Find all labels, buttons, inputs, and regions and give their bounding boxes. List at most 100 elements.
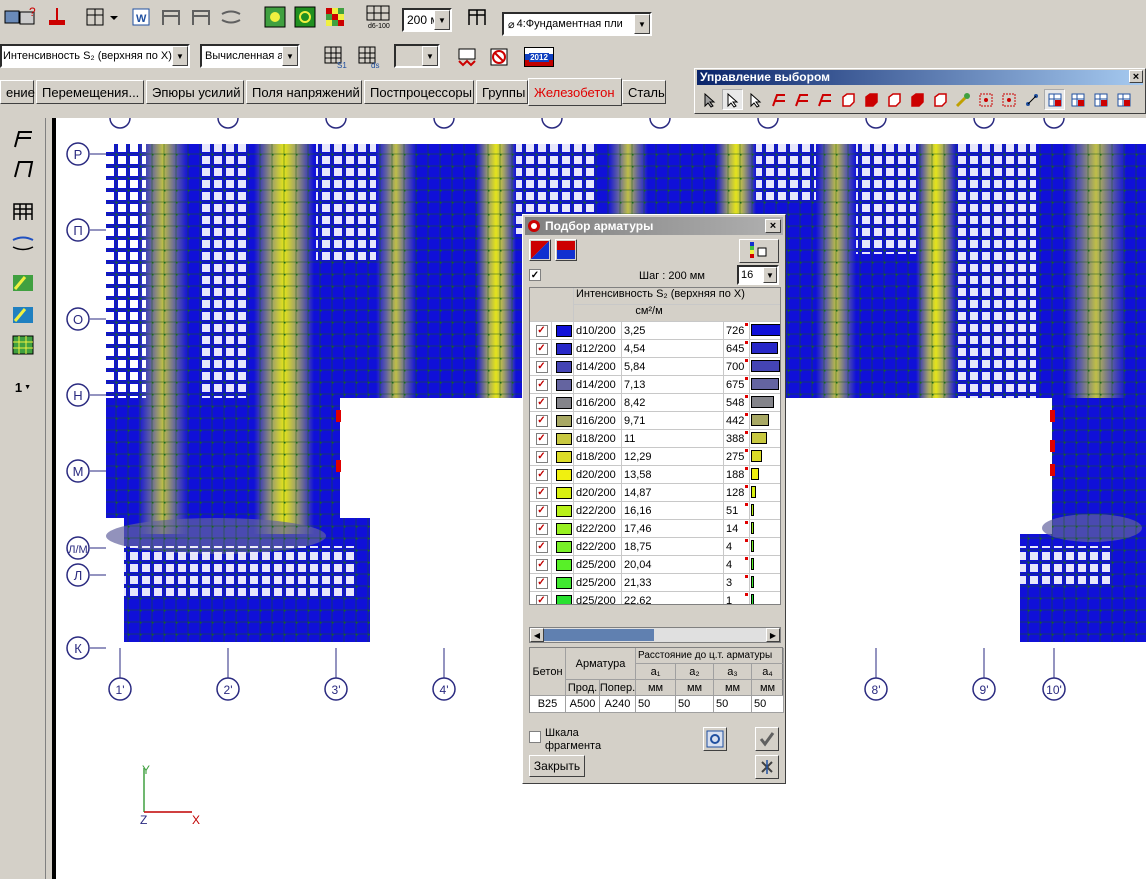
rebar-row[interactable]: ✓ d20/200 13,58 188 <box>530 466 780 484</box>
frame2-icon[interactable] <box>188 4 214 30</box>
row-color-swatch[interactable] <box>552 376 574 393</box>
rebar-row[interactable]: ✓ d22/200 17,46 14 <box>530 520 780 538</box>
row-color-swatch[interactable] <box>552 592 574 604</box>
counter-dropdown[interactable]: 1 ▼ <box>10 374 36 400</box>
node-b-icon[interactable] <box>998 89 1019 110</box>
row-color-swatch[interactable] <box>552 448 574 465</box>
scroll-right-icon[interactable]: ▶ <box>766 628 780 642</box>
report-icon[interactable] <box>454 44 480 70</box>
tab-0[interactable]: ение <box>0 80 35 104</box>
a3-value[interactable]: 50 <box>714 696 752 713</box>
isofield-icon[interactable] <box>10 302 36 328</box>
row-checkbox[interactable]: ✓ <box>530 502 552 519</box>
node-a-icon[interactable] <box>975 89 996 110</box>
row-checkbox[interactable]: ✓ <box>530 394 552 411</box>
rebar-row[interactable]: ✓ d20/200 14,87 128 <box>530 484 780 502</box>
fix-icon[interactable] <box>44 4 70 30</box>
trans-value[interactable]: А240 <box>600 696 636 713</box>
rebar-row[interactable]: ✓ d16/200 8,42 548 <box>530 394 780 412</box>
close-icon[interactable]: × <box>1129 70 1143 83</box>
rebar-row[interactable]: ✓ d25/200 20,04 4 <box>530 556 780 574</box>
mosaic-green-icon[interactable] <box>262 4 288 30</box>
dot-node-icon[interactable] <box>1021 89 1042 110</box>
apply-check-icon[interactable] <box>755 727 779 751</box>
isoline-icon[interactable] <box>10 270 36 296</box>
row-checkbox[interactable]: ✓ <box>530 340 552 357</box>
grid-dropdown-icon[interactable] <box>82 4 122 30</box>
row-color-swatch[interactable] <box>552 502 574 519</box>
step-checkbox[interactable]: ✓ <box>529 269 541 281</box>
tab-steel[interactable]: Сталь <box>622 80 666 104</box>
mesh-icon[interactable] <box>10 198 36 224</box>
row-checkbox[interactable]: ✓ <box>530 430 552 447</box>
rebar-row[interactable]: ✓ d22/200 18,75 4 <box>530 538 780 556</box>
section-a-icon[interactable] <box>10 126 36 152</box>
scale-settings-icon[interactable] <box>739 239 779 263</box>
empty-combo[interactable]: ▼ <box>394 44 440 68</box>
intensity-combo[interactable]: Интенсивность S₂ (верхняя по X) ▼ <box>0 44 190 68</box>
row-checkbox[interactable]: ✓ <box>530 448 552 465</box>
rebar-row[interactable]: ✓ d10/200 3,25 726 <box>530 322 780 340</box>
tab-force-diagrams[interactable]: Эпюры усилий <box>146 80 244 104</box>
tab-postprocessors[interactable]: Постпроцессоры <box>364 80 474 104</box>
select-a-icon[interactable] <box>768 89 789 110</box>
step-combo[interactable]: 200 м ▼ <box>402 8 452 32</box>
dialog-close-icon[interactable]: × <box>765 219 781 233</box>
color-fill-icon[interactable] <box>555 239 577 261</box>
rebar-row[interactable]: ✓ d18/200 12,29 275 <box>530 448 780 466</box>
rebar-row[interactable]: ✓ d14/200 5,84 700 <box>530 358 780 376</box>
grid-color-icon[interactable] <box>10 332 36 358</box>
rebar-row[interactable]: ✓ d25/200 21,33 3 <box>530 574 780 592</box>
rebar-step-icon[interactable]: d6-100 <box>364 4 392 30</box>
row-checkbox[interactable]: ✓ <box>530 592 552 604</box>
deform-icon[interactable] <box>218 4 244 30</box>
select-c-icon[interactable] <box>814 89 835 110</box>
forbidden-icon[interactable] <box>486 44 512 70</box>
frame-sel-icon[interactable] <box>1044 89 1065 110</box>
row-color-swatch[interactable] <box>552 556 574 573</box>
long-value[interactable]: А500 <box>566 696 600 713</box>
settings-icon[interactable] <box>703 727 727 751</box>
rebar-row[interactable]: ✓ d25/200 22,62 1 <box>530 592 780 604</box>
step-count-combo[interactable]: 16 ▼ <box>737 265 779 285</box>
color-split-icon[interactable] <box>529 239 551 261</box>
cube-e-icon[interactable] <box>929 89 950 110</box>
row-checkbox[interactable]: ✓ <box>530 466 552 483</box>
row-checkbox[interactable]: ✓ <box>530 520 552 537</box>
a2-value[interactable]: 50 <box>676 696 714 713</box>
rebar-s1-icon[interactable]: S1 <box>322 44 348 70</box>
calc-combo[interactable]: Вычисленная а ▼ <box>200 44 300 68</box>
brush-icon[interactable] <box>952 89 973 110</box>
scroll-thumb[interactable] <box>544 629 654 641</box>
row-color-swatch[interactable] <box>552 574 574 591</box>
rebar-row[interactable]: ✓ d16/200 9,71 442 <box>530 412 780 430</box>
close-button[interactable]: Закрыть <box>529 755 585 777</box>
cancel-icon[interactable] <box>755 755 779 779</box>
rebar-row[interactable]: ✓ d22/200 16,16 51 <box>530 502 780 520</box>
concrete-value[interactable]: В25 <box>530 696 566 713</box>
query-icon[interactable]: ? <box>16 4 42 30</box>
row-color-swatch[interactable] <box>552 430 574 447</box>
mosaic-circle-icon[interactable] <box>292 4 318 30</box>
tab-displacements[interactable]: Перемещения... <box>36 80 144 104</box>
table-sel-b-icon[interactable] <box>1113 89 1134 110</box>
a1-value[interactable]: 50 <box>636 696 676 713</box>
flag-2012-button[interactable]: 2012 <box>522 44 556 70</box>
scroll-left-icon[interactable]: ◀ <box>530 628 544 642</box>
table-sel-icon[interactable] <box>1090 89 1111 110</box>
word-icon[interactable]: W <box>128 4 154 30</box>
load-case-combo[interactable]: ⌀ 4:Фундаментная пли ▼ <box>502 12 652 36</box>
cube-b-icon[interactable] <box>860 89 881 110</box>
fragment-scale-checkbox[interactable] <box>529 731 541 743</box>
row-color-swatch[interactable] <box>552 340 574 357</box>
row-color-swatch[interactable] <box>552 520 574 537</box>
select-b-icon[interactable] <box>791 89 812 110</box>
row-color-swatch[interactable] <box>552 322 574 339</box>
grid-sel-icon[interactable] <box>1067 89 1088 110</box>
a4-value[interactable]: 50 <box>752 696 784 713</box>
tab-reinforced-concrete[interactable]: Железобетон <box>528 78 622 106</box>
row-checkbox[interactable]: ✓ <box>530 358 552 375</box>
row-color-swatch[interactable] <box>552 466 574 483</box>
frame-icon[interactable] <box>158 4 184 30</box>
tab-stress-fields[interactable]: Поля напряжений <box>246 80 362 104</box>
